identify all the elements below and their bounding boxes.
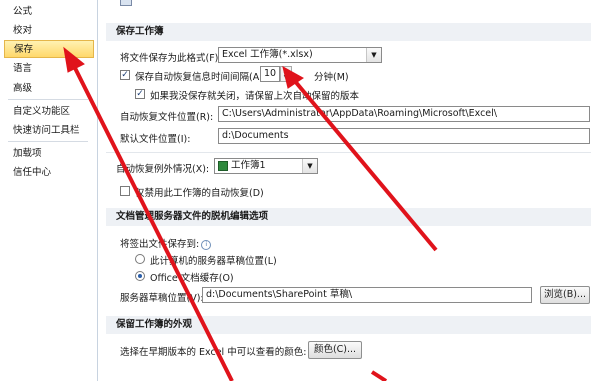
radio-server-drafts[interactable]: [135, 254, 145, 264]
radio-server-drafts-label: 此计算机的服务器草稿位置(L): [150, 256, 277, 267]
keep-last-version-checkbox[interactable]: ✓: [135, 89, 145, 99]
section-save-workbooks: 保存工作簿: [106, 23, 591, 41]
colors-label: 选择在早期版本的 Excel 中可以查看的颜色:: [120, 347, 307, 358]
save-options-panel: 保存工作簿 将文件保存为此格式(F): Excel 工作簿(*.xlsx) ▼ …: [98, 0, 599, 381]
spin-up-icon[interactable]: ▲: [281, 67, 291, 74]
options-sidebar: 公式 校对 保存 语言 高级 自定义功能区 快速访问工具栏 加载项 信任中心: [0, 0, 98, 381]
section-offline-editing: 文档管理服务器文件的脱机编辑选项: [106, 208, 591, 226]
keep-last-version-label: 如果我没保存就关闭，请保留上次自动保留的版本: [150, 91, 360, 102]
autorecover-exceptions-label: 自动恢复例外情况(X):: [116, 164, 210, 175]
radio-office-cache-label: Office 文档缓存(O): [150, 273, 234, 284]
save-format-value: Excel 工作簿(*.xlsx): [222, 49, 313, 60]
sidebar-item-quick-access-toolbar[interactable]: 快速访问工具栏: [4, 122, 94, 140]
save-format-select[interactable]: Excel 工作簿(*.xlsx) ▼: [218, 47, 382, 63]
section-divider: [106, 152, 591, 153]
chevron-down-icon: ▼: [302, 159, 317, 173]
sidebar-item-language[interactable]: 语言: [4, 60, 94, 78]
sidebar-divider: [8, 141, 88, 142]
workbook-icon: [218, 161, 228, 171]
section-workbook-appearance: 保留工作簿的外观: [106, 316, 591, 334]
server-drafts-location-label: 服务器草稿位置(V):: [120, 293, 204, 304]
disable-autorecover-checkbox[interactable]: [120, 186, 130, 196]
default-location-label: 默认文件位置(I):: [120, 134, 191, 145]
autorecover-checkbox[interactable]: ✓: [120, 70, 130, 80]
autorecover-exceptions-value: 工作簿1: [231, 160, 266, 171]
minutes-label: 分钟(M): [314, 72, 349, 83]
sidebar-item-add-ins[interactable]: 加载项: [4, 145, 94, 163]
disable-autorecover-label: 仅禁用此工作簿的自动恢复(D): [135, 188, 264, 199]
colors-button[interactable]: 颜色(C)...: [308, 341, 362, 359]
sidebar-item-save[interactable]: 保存: [4, 40, 94, 58]
autorecover-label: 保存自动恢复信息时间间隔(A): [135, 72, 263, 83]
info-icon: i: [201, 240, 212, 250]
autorecover-location-label: 自动恢复文件位置(R):: [120, 112, 214, 123]
radio-office-cache[interactable]: [135, 271, 145, 281]
autorecover-exceptions-select[interactable]: 工作簿1 ▼: [214, 158, 318, 174]
save-format-label: 将文件保存为此格式(F):: [120, 53, 222, 64]
autorecover-minutes-input[interactable]: 10: [260, 66, 280, 82]
sidebar-item-proofing[interactable]: 校对: [4, 22, 94, 40]
chevron-down-icon: ▼: [366, 48, 381, 62]
sidebar-item-trust-center[interactable]: 信任中心: [4, 164, 94, 182]
spin-down-icon[interactable]: ▼: [281, 74, 291, 81]
sidebar-item-advanced[interactable]: 高级: [4, 80, 94, 98]
sidebar-item-formulas[interactable]: 公式: [4, 3, 94, 21]
save-checked-out-label: 将签出文件保存到: i: [120, 236, 212, 250]
clipped-option-icon: [120, 0, 132, 6]
sidebar-divider: [8, 99, 88, 100]
autorecover-location-input[interactable]: C:\Users\Administrator\AppData\Roaming\M…: [218, 106, 590, 122]
autorecover-minutes-spinner[interactable]: ▲ ▼: [280, 66, 292, 82]
server-drafts-location-input[interactable]: d:\Documents\SharePoint 草稿\: [202, 287, 532, 303]
default-location-input[interactable]: d:\Documents: [218, 128, 590, 144]
sidebar-item-customize-ribbon[interactable]: 自定义功能区: [4, 103, 94, 121]
browse-button[interactable]: 浏览(B)...: [540, 286, 590, 304]
